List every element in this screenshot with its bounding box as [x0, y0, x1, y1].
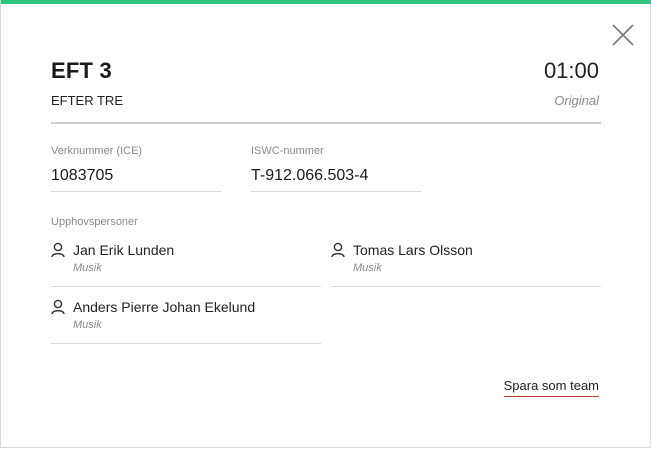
- work-version: Original: [554, 93, 599, 108]
- ice-label: Verknummer (ICE): [51, 145, 143, 157]
- work-duration: 01:00: [543, 58, 599, 83]
- person-icon: [51, 299, 65, 315]
- person-icon: [331, 242, 345, 258]
- creator-role: Musik: [73, 262, 102, 274]
- creator-item[interactable]: Anders Pierre Johan Ekelund Musik: [51, 296, 321, 344]
- creator-role: Musik: [73, 319, 102, 331]
- creator-item[interactable]: Tomas Lars Olsson Musik: [331, 239, 601, 287]
- creator-name: Tomas Lars Olsson: [353, 242, 473, 258]
- creator-name: Anders Pierre Johan Ekelund: [73, 299, 256, 315]
- iswc-label: ISWC-nummer: [251, 145, 324, 157]
- iswc-value: T-912.066.503-4: [251, 167, 421, 192]
- ice-field: Verknummer (ICE) 1083705: [51, 145, 221, 192]
- iswc-field: ISWC-nummer T-912.066.503-4: [251, 145, 421, 192]
- creator-item[interactable]: Jan Erik Lunden Musik: [51, 239, 321, 287]
- ice-value: 1083705: [51, 167, 221, 192]
- work-title: EFT 3: [51, 58, 112, 83]
- header-divider: [51, 122, 601, 124]
- close-icon[interactable]: [611, 23, 635, 47]
- creators-section-label: Upphovspersoner: [51, 216, 138, 228]
- accent-bar: [1, 0, 651, 4]
- save-as-team-link[interactable]: Spara som team: [503, 378, 599, 397]
- work-subtitle: EFTER TRE: [51, 93, 123, 108]
- dialog: EFT 3 EFTER TRE 01:00 Original Verknumme…: [0, 0, 651, 448]
- person-icon: [51, 242, 65, 258]
- creator-name: Jan Erik Lunden: [73, 242, 175, 258]
- creator-role: Musik: [353, 262, 382, 274]
